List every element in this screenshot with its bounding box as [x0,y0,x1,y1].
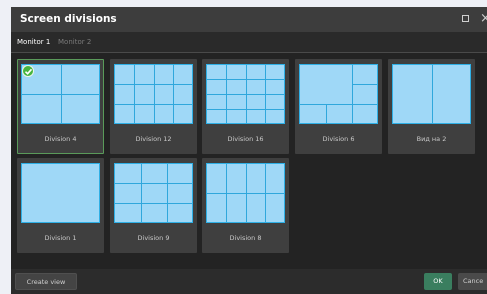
screen-divisions-dialog: Screen divisions × Monitor 1 Monitor 2 D… [11,7,487,294]
dialog-footer [11,269,487,294]
division-tile-4[interactable]: Division 4 [17,59,104,154]
ok-button[interactable]: OK [424,273,452,290]
division-9-preview [114,163,193,223]
division-12-preview [114,64,193,124]
title-bar: Screen divisions × [11,7,487,32]
close-icon[interactable]: × [480,10,487,27]
view-2-preview [392,64,471,124]
division-label: Division 1 [44,234,77,242]
division-tile-16[interactable]: Division 16 [202,59,289,154]
check-icon [22,65,34,77]
division-tile-1[interactable]: Division 1 [17,158,104,253]
division-label: Division 8 [229,234,262,242]
division-label: Division 16 [227,135,264,143]
cancel-button[interactable]: Cance [458,273,487,290]
division-tile-6[interactable]: Division 6 [295,59,382,154]
division-label: Division 12 [135,135,172,143]
division-label: Division 4 [44,135,77,143]
tab-monitor-2[interactable]: Monitor 2 [58,38,91,46]
dialog-title: Screen divisions [20,13,117,25]
division-tile-9[interactable]: Division 9 [110,158,197,253]
monitor-tabs: Monitor 1 Monitor 2 [11,32,487,52]
division-tile-12[interactable]: Division 12 [110,59,197,154]
tab-monitor-1[interactable]: Monitor 1 [17,38,50,46]
tabs-divider [11,52,487,53]
division-label: Division 9 [137,234,170,242]
division-tile-2[interactable]: Вид на 2 [388,59,475,154]
maximize-icon[interactable] [462,15,469,22]
division-16-preview [206,64,285,124]
division-6-preview [299,64,378,124]
division-1-preview [21,163,100,223]
division-label: Вид на 2 [416,135,447,143]
create-view-button[interactable]: Create view [15,273,77,290]
division-label: Division 6 [322,135,355,143]
division-8-preview [206,163,285,223]
division-tile-8[interactable]: Division 8 [202,158,289,253]
